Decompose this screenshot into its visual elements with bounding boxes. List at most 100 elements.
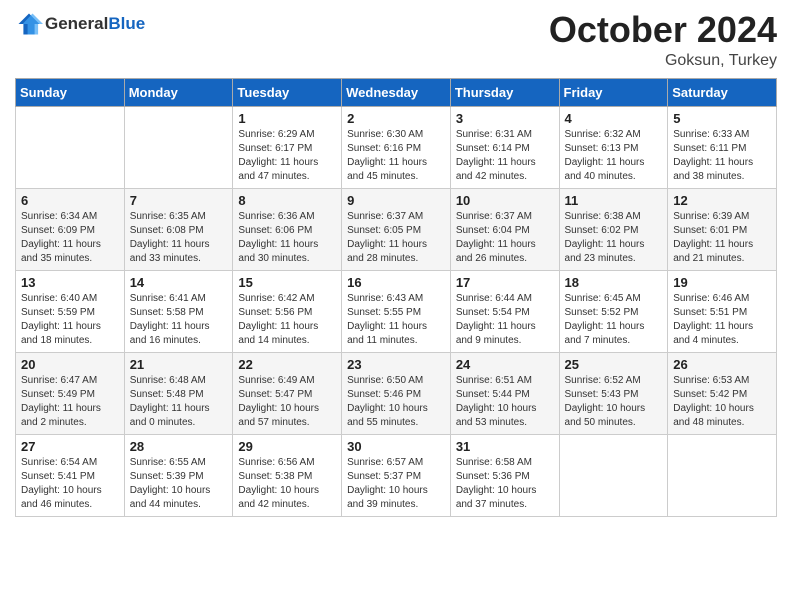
day-number: 20 bbox=[21, 357, 119, 372]
day-number: 12 bbox=[673, 193, 771, 208]
calendar-cell bbox=[124, 106, 233, 188]
day-number: 23 bbox=[347, 357, 445, 372]
col-sunday: Sunday bbox=[16, 78, 125, 106]
day-number: 30 bbox=[347, 439, 445, 454]
day-info: Sunrise: 6:54 AM Sunset: 5:41 PM Dayligh… bbox=[21, 456, 119, 512]
logo-area: GeneralBlue bbox=[15, 10, 145, 38]
day-number: 22 bbox=[238, 357, 336, 372]
calendar-cell: 1 Sunrise: 6:29 AM Sunset: 6:17 PM Daylig… bbox=[233, 106, 342, 188]
location-title: Goksun, Turkey bbox=[549, 52, 777, 70]
day-info: Sunrise: 6:56 AM Sunset: 5:38 PM Dayligh… bbox=[238, 456, 336, 512]
day-info: Sunrise: 6:32 AM Sunset: 6:13 PM Dayligh… bbox=[565, 128, 663, 184]
logo-blue: Blue bbox=[108, 14, 145, 34]
calendar-cell: 14Sunrise: 6:41 AM Sunset: 5:58 PM Dayli… bbox=[124, 270, 233, 352]
day-info: Sunrise: 6:49 AM Sunset: 5:47 PM Dayligh… bbox=[238, 374, 336, 430]
calendar-cell: 18 Sunrise: 6:45 AM Sunset: 5:52 PM Dayli… bbox=[559, 270, 668, 352]
day-info: Sunrise: 6:37 AM Sunset: 6:04 PM Dayligh… bbox=[456, 210, 554, 266]
day-info: Sunrise: 6:31 AM Sunset: 6:14 PM Dayligh… bbox=[456, 128, 554, 184]
calendar-week-5: 27 Sunrise: 6:54 AM Sunset: 5:41 PM Dayli… bbox=[16, 434, 777, 516]
calendar-cell: 15Sunrise: 6:42 AM Sunset: 5:56 PM Dayli… bbox=[233, 270, 342, 352]
day-info: Sunrise: 6:55 AM Sunset: 5:39 PM Dayligh… bbox=[130, 456, 228, 512]
calendar-cell bbox=[559, 434, 668, 516]
day-number: 19 bbox=[673, 275, 771, 290]
calendar-week-2: 6 Sunrise: 6:34 AM Sunset: 6:09 PM Daylig… bbox=[16, 188, 777, 270]
day-info: Sunrise: 6:47 AM Sunset: 5:49 PM Dayligh… bbox=[21, 374, 119, 430]
day-number: 28 bbox=[130, 439, 228, 454]
day-number: 13 bbox=[21, 275, 119, 290]
day-number: 2 bbox=[347, 111, 445, 126]
calendar-body: 1 Sunrise: 6:29 AM Sunset: 6:17 PM Daylig… bbox=[16, 106, 777, 516]
col-wednesday: Wednesday bbox=[342, 78, 451, 106]
day-info: Sunrise: 6:37 AM Sunset: 6:05 PM Dayligh… bbox=[347, 210, 445, 266]
calendar: Sunday Monday Tuesday Wednesday Thursday… bbox=[15, 78, 777, 517]
calendar-cell: 12 Sunrise: 6:39 AM Sunset: 6:01 PM Dayli… bbox=[668, 188, 777, 270]
col-monday: Monday bbox=[124, 78, 233, 106]
logo: GeneralBlue bbox=[15, 10, 145, 38]
day-info: Sunrise: 6:43 AM Sunset: 5:55 PM Dayligh… bbox=[347, 292, 445, 348]
day-info: Sunrise: 6:36 AM Sunset: 6:06 PM Dayligh… bbox=[238, 210, 336, 266]
calendar-cell: 22 Sunrise: 6:49 AM Sunset: 5:47 PM Dayli… bbox=[233, 352, 342, 434]
day-number: 29 bbox=[238, 439, 336, 454]
day-number: 24 bbox=[456, 357, 554, 372]
day-number: 5 bbox=[673, 111, 771, 126]
day-number: 14 bbox=[130, 275, 228, 290]
calendar-cell: 4 Sunrise: 6:32 AM Sunset: 6:13 PM Daylig… bbox=[559, 106, 668, 188]
calendar-cell bbox=[16, 106, 125, 188]
calendar-cell: 31 Sunrise: 6:58 AM Sunset: 5:36 PM Dayli… bbox=[450, 434, 559, 516]
calendar-cell: 16Sunrise: 6:43 AM Sunset: 5:55 PM Dayli… bbox=[342, 270, 451, 352]
day-info: Sunrise: 6:35 AM Sunset: 6:08 PM Dayligh… bbox=[130, 210, 228, 266]
calendar-header: Sunday Monday Tuesday Wednesday Thursday… bbox=[16, 78, 777, 106]
day-number: 9 bbox=[347, 193, 445, 208]
calendar-week-1: 1 Sunrise: 6:29 AM Sunset: 6:17 PM Daylig… bbox=[16, 106, 777, 188]
day-number: 7 bbox=[130, 193, 228, 208]
day-number: 4 bbox=[565, 111, 663, 126]
day-number: 31 bbox=[456, 439, 554, 454]
day-number: 11 bbox=[565, 193, 663, 208]
day-info: Sunrise: 6:42 AM Sunset: 5:56 PM Dayligh… bbox=[238, 292, 336, 348]
day-number: 10 bbox=[456, 193, 554, 208]
day-number: 1 bbox=[238, 111, 336, 126]
calendar-cell: 17Sunrise: 6:44 AM Sunset: 5:54 PM Dayli… bbox=[450, 270, 559, 352]
calendar-cell: 10 Sunrise: 6:37 AM Sunset: 6:04 PM Dayli… bbox=[450, 188, 559, 270]
logo-general: General bbox=[45, 14, 108, 34]
day-info: Sunrise: 6:33 AM Sunset: 6:11 PM Dayligh… bbox=[673, 128, 771, 184]
day-number: 27 bbox=[21, 439, 119, 454]
calendar-cell: 28 Sunrise: 6:55 AM Sunset: 5:39 PM Dayli… bbox=[124, 434, 233, 516]
calendar-cell: 26Sunrise: 6:53 AM Sunset: 5:42 PM Dayli… bbox=[668, 352, 777, 434]
day-info: Sunrise: 6:57 AM Sunset: 5:37 PM Dayligh… bbox=[347, 456, 445, 512]
day-info: Sunrise: 6:48 AM Sunset: 5:48 PM Dayligh… bbox=[130, 374, 228, 430]
day-info: Sunrise: 6:39 AM Sunset: 6:01 PM Dayligh… bbox=[673, 210, 771, 266]
col-friday: Friday bbox=[559, 78, 668, 106]
day-number: 8 bbox=[238, 193, 336, 208]
day-info: Sunrise: 6:46 AM Sunset: 5:51 PM Dayligh… bbox=[673, 292, 771, 348]
day-info: Sunrise: 6:40 AM Sunset: 5:59 PM Dayligh… bbox=[21, 292, 119, 348]
calendar-week-3: 13 Sunrise: 6:40 AM Sunset: 5:59 PM Dayli… bbox=[16, 270, 777, 352]
day-info: Sunrise: 6:58 AM Sunset: 5:36 PM Dayligh… bbox=[456, 456, 554, 512]
day-info: Sunrise: 6:45 AM Sunset: 5:52 PM Dayligh… bbox=[565, 292, 663, 348]
col-saturday: Saturday bbox=[668, 78, 777, 106]
calendar-cell: 8 Sunrise: 6:36 AM Sunset: 6:06 PM Daylig… bbox=[233, 188, 342, 270]
calendar-cell: 2Sunrise: 6:30 AM Sunset: 6:16 PM Daylig… bbox=[342, 106, 451, 188]
month-title: October 2024 bbox=[549, 10, 777, 50]
day-number: 18 bbox=[565, 275, 663, 290]
calendar-cell: 25Sunrise: 6:52 AM Sunset: 5:43 PM Dayli… bbox=[559, 352, 668, 434]
calendar-cell: 29 Sunrise: 6:56 AM Sunset: 5:38 PM Dayli… bbox=[233, 434, 342, 516]
calendar-cell: 27 Sunrise: 6:54 AM Sunset: 5:41 PM Dayli… bbox=[16, 434, 125, 516]
calendar-cell: 6 Sunrise: 6:34 AM Sunset: 6:09 PM Daylig… bbox=[16, 188, 125, 270]
day-info: Sunrise: 6:34 AM Sunset: 6:09 PM Dayligh… bbox=[21, 210, 119, 266]
day-info: Sunrise: 6:29 AM Sunset: 6:17 PM Dayligh… bbox=[238, 128, 336, 184]
col-thursday: Thursday bbox=[450, 78, 559, 106]
day-number: 6 bbox=[21, 193, 119, 208]
day-number: 25 bbox=[565, 357, 663, 372]
logo-icon bbox=[15, 10, 43, 38]
title-area: October 2024 Goksun, Turkey bbox=[549, 10, 777, 70]
day-number: 17 bbox=[456, 275, 554, 290]
header-row: Sunday Monday Tuesday Wednesday Thursday… bbox=[16, 78, 777, 106]
calendar-cell: 30 Sunrise: 6:57 AM Sunset: 5:37 PM Dayli… bbox=[342, 434, 451, 516]
calendar-cell: 3Sunrise: 6:31 AM Sunset: 6:14 PM Daylig… bbox=[450, 106, 559, 188]
page: GeneralBlue October 2024 Goksun, Turkey … bbox=[0, 0, 792, 612]
col-tuesday: Tuesday bbox=[233, 78, 342, 106]
calendar-cell: 24Sunrise: 6:51 AM Sunset: 5:44 PM Dayli… bbox=[450, 352, 559, 434]
calendar-cell: 13 Sunrise: 6:40 AM Sunset: 5:59 PM Dayli… bbox=[16, 270, 125, 352]
calendar-cell: 5 Sunrise: 6:33 AM Sunset: 6:11 PM Daylig… bbox=[668, 106, 777, 188]
